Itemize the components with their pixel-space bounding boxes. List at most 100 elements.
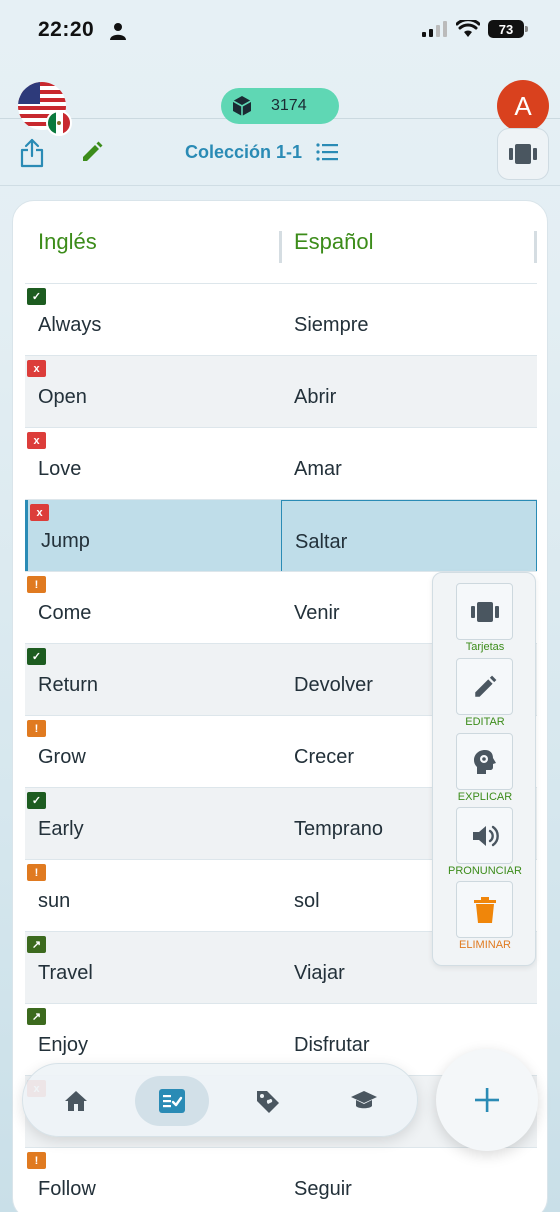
- spanish-word: Crecer: [294, 746, 355, 768]
- english-word: sun: [38, 890, 71, 912]
- checklist-icon: [159, 1089, 185, 1113]
- spanish-word: Devolver: [294, 674, 373, 696]
- english-cell[interactable]: ! sun: [25, 860, 281, 932]
- cards-icon: [470, 601, 499, 622]
- english-cell[interactable]: ! Follow: [25, 1148, 281, 1212]
- english-word: Come: [38, 602, 92, 624]
- spanish-word: Amar: [294, 458, 342, 480]
- tags-icon: [257, 1091, 279, 1113]
- english-word: Early: [38, 818, 84, 840]
- english-cell[interactable]: ! Come: [25, 572, 281, 644]
- explain-action[interactable]: EXPLICAR: [433, 733, 537, 807]
- status-bar: 22:20 73: [0, 0, 560, 62]
- pronounce-action-label: PRONUNCIAR: [448, 865, 522, 877]
- status-badge: ↗: [27, 1008, 46, 1025]
- spanish-word: Seguir: [294, 1178, 352, 1200]
- english-cell[interactable]: ! Grow: [25, 716, 281, 788]
- column-divider: [534, 231, 537, 263]
- row-action-menu: Tarjetas EDITAR EXPLICAR PRONUNCIAR ELIM…: [432, 572, 536, 966]
- home-icon: [65, 1091, 87, 1111]
- status-badge: !: [27, 720, 46, 737]
- edit-action[interactable]: EDITAR: [433, 658, 537, 732]
- app-header: 3174 A Colección 1-1: [0, 62, 560, 186]
- wifi-icon: [456, 20, 480, 37]
- edit-pencil-icon[interactable]: [80, 140, 104, 164]
- person-icon: [110, 23, 126, 40]
- cards-action-label: Tarjetas: [465, 641, 505, 653]
- english-cell[interactable]: x Jump: [25, 500, 281, 572]
- spanish-cell[interactable]: Siempre: [281, 284, 537, 356]
- english-cell[interactable]: x Love: [25, 428, 281, 500]
- spanish-cell[interactable]: Abrir: [281, 356, 537, 428]
- edit-action-button[interactable]: [456, 658, 513, 715]
- spanish-word: Viajar: [294, 962, 345, 984]
- english-word: Return: [38, 674, 99, 696]
- english-word: Always: [38, 314, 102, 336]
- brain-gear-icon: [473, 749, 496, 774]
- status-badge: x: [27, 360, 46, 377]
- spanish-word: Disfrutar: [294, 1034, 370, 1056]
- column-header-spanish[interactable]: Español: [294, 201, 374, 283]
- nav-checklist[interactable]: [135, 1076, 209, 1126]
- cards-view-button[interactable]: [497, 128, 549, 180]
- spanish-word: Abrir: [294, 386, 337, 408]
- spanish-cell[interactable]: Seguir: [281, 1148, 537, 1212]
- english-word: Follow: [38, 1178, 96, 1200]
- english-word: Open: [38, 386, 87, 408]
- spanish-word: Siempre: [294, 314, 369, 336]
- collection-title[interactable]: Colección 1-1: [185, 142, 302, 163]
- column-header-english[interactable]: Inglés: [38, 201, 97, 283]
- user-avatar[interactable]: A: [497, 80, 549, 132]
- spanish-cell[interactable]: Saltar: [281, 500, 537, 572]
- spanish-word: sol: [294, 890, 320, 912]
- english-cell[interactable]: ↗ Travel: [25, 932, 281, 1004]
- table-row[interactable]: x Love Amar: [25, 427, 537, 499]
- status-time: 22:20: [38, 18, 95, 41]
- bottom-navigation: [22, 1063, 418, 1137]
- table-row[interactable]: x Open Abrir: [25, 355, 537, 427]
- speaker-icon: [472, 825, 499, 846]
- coins-value: 3174: [271, 97, 307, 114]
- status-badge: ✓: [27, 288, 46, 305]
- delete-action-button[interactable]: [456, 881, 513, 938]
- english-word: Travel: [38, 962, 93, 984]
- pronounce-action-button[interactable]: [456, 807, 513, 864]
- battery-indicator: 73: [488, 20, 528, 38]
- column-divider: [279, 231, 282, 263]
- english-word: Love: [38, 458, 82, 480]
- status-badge: !: [27, 864, 46, 881]
- graduation-cap-icon: [351, 1091, 377, 1109]
- delete-action-label: ELIMINAR: [459, 939, 511, 951]
- status-badge: x: [30, 504, 49, 521]
- explain-action-label: EXPLICAR: [457, 791, 513, 803]
- table-row[interactable]: x Jump Saltar: [25, 499, 537, 572]
- cards-action-button[interactable]: [456, 583, 513, 640]
- english-word: Enjoy: [38, 1034, 89, 1056]
- pronounce-action[interactable]: PRONUNCIAR: [433, 807, 537, 881]
- add-word-button[interactable]: [436, 1049, 538, 1151]
- share-icon[interactable]: [20, 138, 44, 168]
- status-badge: ✓: [27, 648, 46, 665]
- delete-action[interactable]: ELIMINAR: [433, 881, 537, 955]
- english-cell[interactable]: ✓ Always: [25, 284, 281, 356]
- english-cell[interactable]: x Open: [25, 356, 281, 428]
- edit-action-label: EDITAR: [465, 716, 505, 728]
- english-cell[interactable]: ✓ Early: [25, 788, 281, 860]
- explain-action-button[interactable]: [456, 733, 513, 790]
- coins-counter[interactable]: 3174: [221, 88, 339, 124]
- nav-tags[interactable]: [231, 1076, 305, 1126]
- cards-icon: [509, 144, 537, 164]
- list-icon[interactable]: [316, 142, 338, 162]
- table-row[interactable]: ✓ Always Siempre: [25, 283, 537, 355]
- status-badge: ✓: [27, 792, 46, 809]
- nav-learn[interactable]: [327, 1076, 401, 1126]
- mexico-flag-icon[interactable]: [46, 110, 72, 136]
- cards-action[interactable]: Tarjetas: [433, 583, 537, 657]
- table-row[interactable]: ! Follow Seguir: [25, 1147, 537, 1212]
- trash-icon: [473, 896, 496, 923]
- spanish-cell[interactable]: Amar: [281, 428, 537, 500]
- english-cell[interactable]: ✓ Return: [25, 644, 281, 716]
- spanish-word: Temprano: [294, 818, 383, 840]
- plus-icon: [475, 1088, 499, 1112]
- nav-home[interactable]: [39, 1076, 113, 1126]
